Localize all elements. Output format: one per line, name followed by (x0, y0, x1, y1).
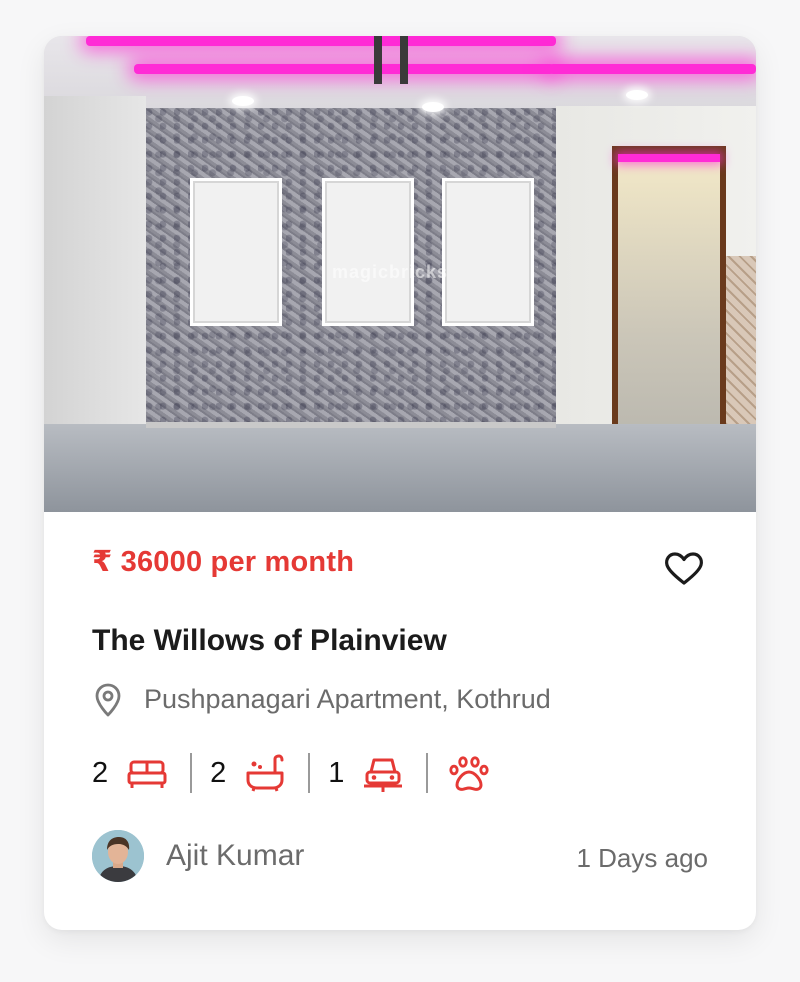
photo-neon-light (549, 64, 756, 74)
photo-ceiling-beam (400, 36, 408, 84)
feature-divider (190, 753, 193, 793)
photo-ceiling-beam (374, 36, 382, 84)
paw-icon (449, 756, 490, 791)
photo-wall-panel (442, 178, 534, 326)
photo-ceiling-light (422, 102, 444, 112)
bed-icon (127, 760, 167, 788)
listing-location: Pushpanagari Apartment, Kothrud (144, 684, 551, 714)
photo-ceiling-light (232, 96, 254, 106)
photo-wall-panel (322, 178, 414, 326)
posted-time: 1 Days ago (576, 843, 708, 873)
photo-neon-light (86, 36, 556, 46)
listing-price: ₹ 36000 per month (92, 546, 355, 578)
bathroom-count: 2 (210, 756, 227, 789)
feature-row: 2 2 1 (92, 748, 490, 798)
photo-neon-light (134, 64, 554, 74)
photo-neon-light (618, 154, 720, 162)
parking-count: 1 (328, 756, 345, 789)
feature-divider (426, 753, 429, 793)
favorite-button[interactable] (660, 544, 708, 592)
photo-skirting (146, 422, 556, 428)
property-photo[interactable]: magicbricks (44, 36, 756, 512)
photo-wall-panel (190, 178, 282, 326)
photo-floor (44, 424, 756, 512)
agent-avatar[interactable] (92, 830, 144, 882)
bedroom-count: 2 (92, 756, 109, 789)
property-card[interactable]: magicbricks ₹ 36000 per month The Willow… (44, 36, 756, 930)
map-pin-icon (95, 683, 121, 717)
heart-outline-icon (665, 552, 703, 585)
feature-divider (308, 753, 311, 793)
photo-watermark: magicbricks (332, 262, 449, 282)
photo-ceiling-light (626, 90, 648, 100)
agent-name[interactable]: Ajit Kumar (166, 839, 304, 873)
avatar-portrait (92, 830, 144, 882)
photo-doorway (618, 154, 720, 456)
car-icon (364, 758, 403, 792)
bathtub-icon (246, 754, 284, 792)
listing-title[interactable]: The Willows of Plainview (92, 624, 447, 658)
